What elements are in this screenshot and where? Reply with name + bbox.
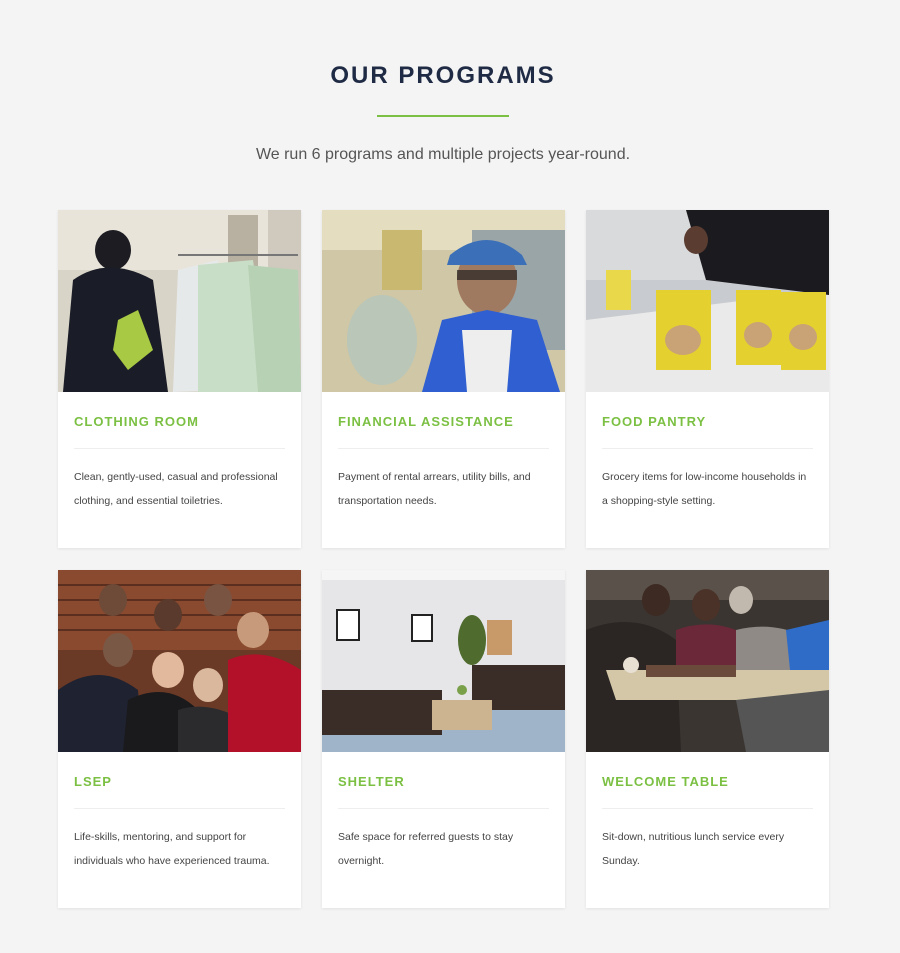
card-divider xyxy=(602,448,813,449)
programs-section: OUR PROGRAMS We run 6 programs and multi… xyxy=(0,0,900,953)
program-description: Clean, gently-used, casual and professio… xyxy=(74,471,278,507)
welcome-table-photo[interactable] xyxy=(586,570,829,752)
financial-assistance-photo[interactable] xyxy=(322,210,565,392)
food-pantry-photo[interactable] xyxy=(586,210,829,392)
lsep-photo[interactable] xyxy=(58,570,301,752)
program-title: CLOTHING ROOM xyxy=(74,414,199,429)
program-description: Payment of rental arrears, utility bills… xyxy=(338,471,531,507)
clothing-room-photo[interactable] xyxy=(58,210,301,392)
section-subtitle: We run 6 programs and multiple projects … xyxy=(255,146,631,163)
programs-grid: CLOTHING ROOM Clean, gently-used, casual… xyxy=(58,210,829,908)
program-card-financial-assistance[interactable]: FINANCIAL ASSISTANCE Payment of rental a… xyxy=(322,210,565,548)
program-title: SHELTER xyxy=(338,774,405,789)
program-description: Life-skills, mentoring, and support for … xyxy=(74,831,270,867)
section-title: OUR PROGRAMS xyxy=(330,62,556,89)
card-divider xyxy=(74,808,285,809)
program-card-food-pantry[interactable]: FOOD PANTRY Grocery items for low-income… xyxy=(586,210,829,548)
card-divider xyxy=(602,808,813,809)
program-title: FOOD PANTRY xyxy=(602,414,707,429)
program-card-welcome-table[interactable]: WELCOME TABLE Sit-down, nutritious lunch… xyxy=(586,570,829,908)
card-divider xyxy=(338,448,549,449)
program-title: FINANCIAL ASSISTANCE xyxy=(338,414,514,429)
shelter-photo[interactable] xyxy=(322,570,565,752)
title-divider xyxy=(377,115,509,117)
program-description: Grocery items for low-income households … xyxy=(602,471,807,507)
program-description: Sit-down, nutritious lunch service every… xyxy=(602,831,785,867)
program-card-lsep[interactable]: LSEP Life-skills, mentoring, and support… xyxy=(58,570,301,908)
program-title: WELCOME TABLE xyxy=(602,774,729,789)
program-card-clothing-room[interactable]: CLOTHING ROOM Clean, gently-used, casual… xyxy=(58,210,301,548)
card-divider xyxy=(338,808,549,809)
program-card-shelter[interactable]: SHELTER Safe space for referred guests t… xyxy=(322,570,565,908)
program-description: Safe space for referred guests to stay o… xyxy=(338,831,514,867)
card-divider xyxy=(74,448,285,449)
program-title: LSEP xyxy=(74,774,112,789)
